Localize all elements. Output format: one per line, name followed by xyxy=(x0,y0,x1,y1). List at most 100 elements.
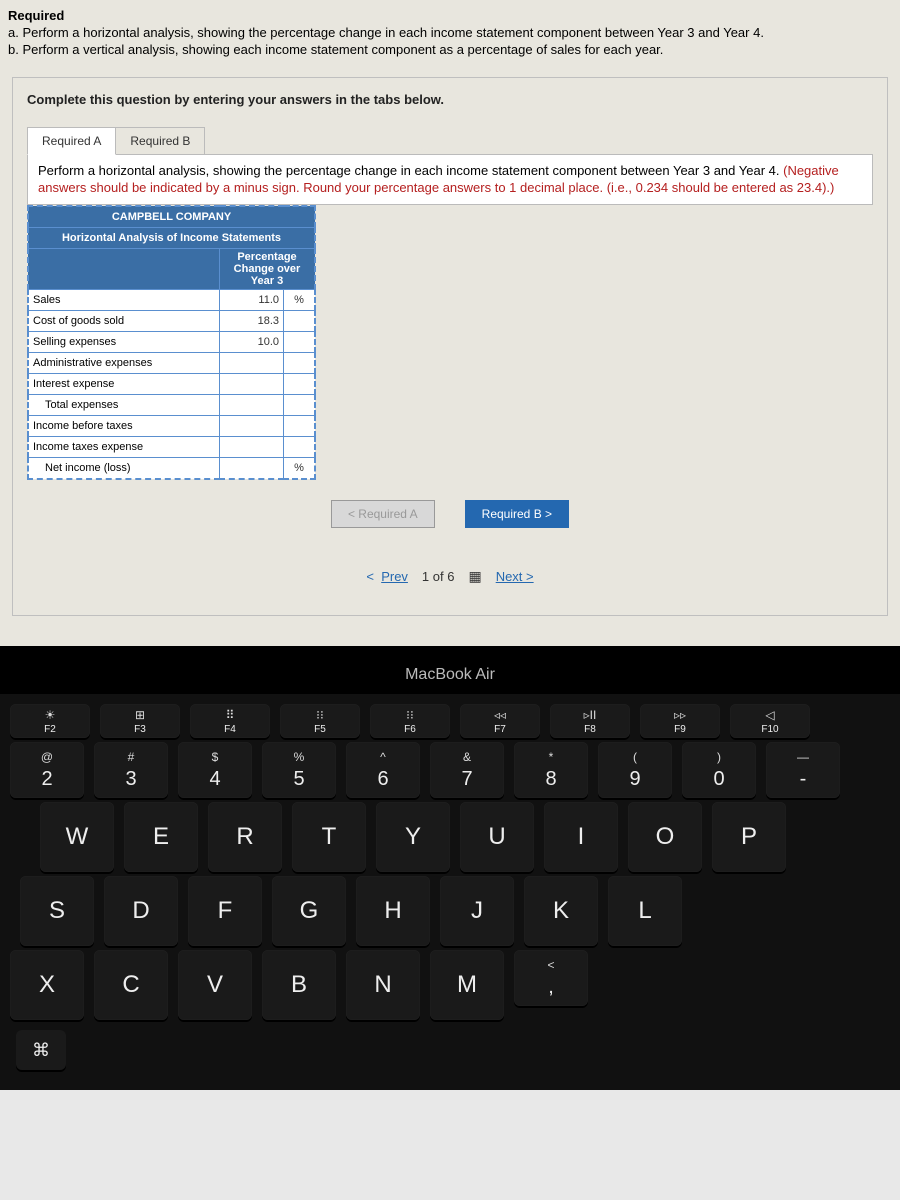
key-upper: @ xyxy=(41,750,53,764)
analysis-table: CAMPBELL COMPANY Horizontal Analysis of … xyxy=(27,205,316,480)
row-label: Sales xyxy=(28,290,220,311)
req-line-a: a. Perform a horizontal analysis, showin… xyxy=(8,25,892,42)
fn-label: F10 xyxy=(761,724,778,735)
letter-key: N xyxy=(346,950,420,1020)
table-row: Selling expenses10.0 xyxy=(28,332,315,353)
grid-icon[interactable]: ▦ xyxy=(468,568,481,585)
letter-key: P xyxy=(712,802,786,872)
unit-cell xyxy=(284,437,316,458)
pager: < Prev 1 of 6 ▦ Next > xyxy=(27,568,873,585)
unit-cell xyxy=(284,353,316,374)
key-upper: — xyxy=(797,750,809,764)
value-cell[interactable] xyxy=(220,416,284,437)
laptop-brand: MacBook Air xyxy=(0,646,900,694)
complete-instruction: Complete this question by entering your … xyxy=(27,92,873,107)
fn-icon: ▹▹ xyxy=(674,708,686,722)
letter-key: E xyxy=(124,802,198,872)
number-key: %5 xyxy=(262,742,336,798)
row-label: Selling expenses xyxy=(28,332,220,353)
required-heading: Required xyxy=(8,8,64,23)
key-upper: & xyxy=(463,750,471,764)
fn-key: ⁝⁝F5 xyxy=(280,704,360,738)
key-upper: ^ xyxy=(380,750,386,764)
value-cell[interactable]: 18.3 xyxy=(220,311,284,332)
row-label: Administrative expenses xyxy=(28,353,220,374)
key-upper: * xyxy=(549,750,554,764)
number-key: —- xyxy=(766,742,840,798)
fn-label: F9 xyxy=(674,724,686,735)
letter-key: Y xyxy=(376,802,450,872)
prev-tab-button[interactable]: < Required A xyxy=(331,500,435,528)
req-line-b: b. Perform a vertical analysis, showing … xyxy=(8,42,892,59)
keyboard: ☀F2⊞F3⠿F4⁝⁝F5⁝⁝F6◃◃F7▹IIF8▹▹F9◁F10 @2#3$… xyxy=(0,694,900,1090)
row-label: Income before taxes xyxy=(28,416,220,437)
letter-key: M xyxy=(430,950,504,1020)
value-cell[interactable] xyxy=(220,353,284,374)
tab-required-b[interactable]: Required B xyxy=(115,127,205,155)
table-subtitle: Horizontal Analysis of Income Statements xyxy=(28,228,315,249)
table-row: Income before taxes xyxy=(28,416,315,437)
letter-key: J xyxy=(440,876,514,946)
number-key: )0 xyxy=(682,742,756,798)
fn-label: F4 xyxy=(224,724,236,735)
value-cell[interactable] xyxy=(220,374,284,395)
number-key: @2 xyxy=(10,742,84,798)
unit-cell xyxy=(284,332,316,353)
fn-key: ☀F2 xyxy=(10,704,90,738)
key-upper: $ xyxy=(212,750,219,764)
row-label: Net income (loss) xyxy=(28,458,220,480)
unit-cell xyxy=(284,374,316,395)
letter-key: W xyxy=(40,802,114,872)
number-key: &7 xyxy=(430,742,504,798)
key-lower: 8 xyxy=(545,768,556,791)
value-cell[interactable] xyxy=(220,437,284,458)
table-company: CAMPBELL COMPANY xyxy=(28,206,315,228)
letter-key: T xyxy=(292,802,366,872)
number-key: ^6 xyxy=(346,742,420,798)
number-key: #3 xyxy=(94,742,168,798)
table-row: Administrative expenses xyxy=(28,353,315,374)
table-row: Cost of goods sold18.3 xyxy=(28,311,315,332)
fn-label: F3 xyxy=(134,724,146,735)
letter-key: H xyxy=(356,876,430,946)
row-label: Cost of goods sold xyxy=(28,311,220,332)
key-lower: 5 xyxy=(293,768,304,791)
pager-prev[interactable]: < Prev xyxy=(366,569,408,584)
key-lower: 6 xyxy=(377,768,388,791)
fn-label: F7 xyxy=(494,724,506,735)
next-tab-button[interactable]: Required B > xyxy=(465,500,569,528)
letter-key: C xyxy=(94,950,168,1020)
letter-key: V xyxy=(178,950,252,1020)
key-lower: 2 xyxy=(41,768,52,791)
fn-icon: ◁ xyxy=(765,708,774,722)
letter-key: S xyxy=(20,876,94,946)
fn-icon: ▹II xyxy=(584,708,597,722)
fn-key: ▹▹ F9 xyxy=(640,704,720,738)
letter-key: G xyxy=(272,876,346,946)
pager-position: 1 of 6 xyxy=(422,569,455,584)
table-row: Interest expense xyxy=(28,374,315,395)
fn-label: F5 xyxy=(314,724,326,735)
tab-required-a[interactable]: Required A xyxy=(27,127,116,155)
value-cell[interactable] xyxy=(220,395,284,416)
letter-key: R xyxy=(208,802,282,872)
table-col-header: Percentage Change over Year 3 xyxy=(220,249,316,290)
value-cell[interactable] xyxy=(220,458,284,480)
fn-key: ◁ F10 xyxy=(730,704,810,738)
key-lower: - xyxy=(800,768,807,791)
number-key: $4 xyxy=(178,742,252,798)
row-label: Interest expense xyxy=(28,374,220,395)
fn-key: ⠿F4 xyxy=(190,704,270,738)
letter-key: L xyxy=(608,876,682,946)
value-cell[interactable]: 10.0 xyxy=(220,332,284,353)
question-card: Complete this question by entering your … xyxy=(12,77,888,617)
row-label: Total expenses xyxy=(28,395,220,416)
pager-next[interactable]: Next > xyxy=(496,569,534,584)
letter-key: O xyxy=(628,802,702,872)
table-row: Total expenses xyxy=(28,395,315,416)
key-lower: 7 xyxy=(461,768,472,791)
tab-bar: Required A Required B xyxy=(27,127,873,155)
fn-key: ⁝⁝F6 xyxy=(370,704,450,738)
fn-key: ▹IIF8 xyxy=(550,704,630,738)
value-cell[interactable]: 11.0 xyxy=(220,290,284,311)
